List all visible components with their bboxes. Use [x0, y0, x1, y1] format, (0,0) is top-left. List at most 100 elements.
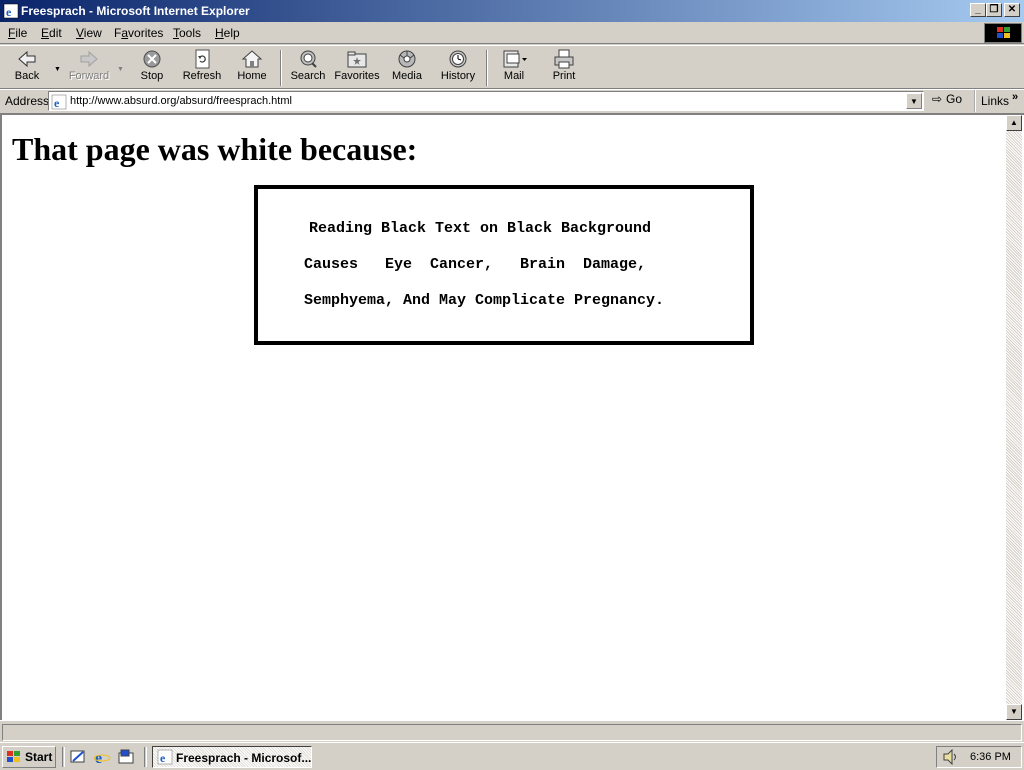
status-bar — [0, 720, 1024, 742]
internet-explorer-icon[interactable]: e — [93, 748, 111, 766]
menu-favorites[interactable]: Favorites — [114, 26, 163, 40]
svg-text:e: e — [54, 96, 60, 110]
go-button[interactable]: ⇨ Go — [932, 92, 962, 110]
vertical-scrollbar[interactable]: ▲ ▼ — [1006, 115, 1022, 720]
back-button[interactable]: Back — [2, 49, 52, 87]
search-icon — [300, 50, 317, 68]
menu-tools[interactable]: Tools — [173, 26, 201, 40]
ie-page-icon: e — [51, 94, 67, 110]
show-desktop-icon[interactable] — [69, 748, 87, 766]
taskbar-button-label: Freesprach - Microsof... — [176, 751, 312, 765]
warning-line-3: Semphyema, And May Complicate Pregnancy. — [304, 292, 665, 309]
forward-dropdown-icon[interactable]: ▼ — [117, 66, 124, 73]
address-input[interactable]: e http://www.absurd.org/absurd/freesprac… — [48, 91, 924, 111]
menu-help-rest: elp — [223, 26, 240, 40]
menu-view-accel: V — [76, 26, 84, 40]
home-label: Home — [237, 70, 267, 82]
menu-view[interactable]: View — [76, 26, 102, 40]
search-label: Search — [290, 70, 326, 82]
warning-box: Reading Black Text on Black Background C… — [254, 185, 754, 345]
title-bar[interactable]: e Freesprach - Microsoft Internet Explor… — [0, 0, 1024, 22]
stop-label: Stop — [140, 70, 164, 82]
mail-label: Mail — [503, 70, 525, 82]
windows-start-icon — [7, 751, 20, 762]
menu-help[interactable]: Help — [215, 26, 240, 40]
taskbar: Start e e Freesprach - Microsof... 6:36 … — [0, 742, 1024, 770]
menu-file-rest: ile — [15, 26, 28, 40]
forward-button[interactable]: Forward — [64, 49, 114, 87]
standard-toolbar: Back ▼ Forward ▼ Stop Refresh Home Searc… — [0, 45, 1024, 89]
menu-tools-rest: ools — [179, 26, 202, 40]
refresh-icon — [195, 49, 210, 69]
address-url: http://www.absurd.org/absurd/freesprach.… — [70, 95, 292, 107]
clock[interactable]: 6:36 PM — [970, 751, 1011, 763]
history-label: History — [440, 70, 476, 82]
scroll-down-button[interactable]: ▼ — [1006, 704, 1022, 720]
links-chevron-icon[interactable]: » — [1012, 91, 1018, 103]
svg-text:e: e — [6, 5, 12, 19]
refresh-label: Refresh — [182, 70, 222, 82]
menu-help-accel: H — [215, 26, 224, 40]
menu-view-rest: iew — [83, 26, 102, 40]
back-label: Back — [14, 70, 40, 82]
volume-icon[interactable] — [942, 749, 960, 765]
status-field — [2, 724, 1022, 741]
forward-label: Forward — [68, 70, 110, 82]
restore-button[interactable]: ❐ — [986, 3, 1002, 17]
favorites-folder-icon — [347, 51, 367, 68]
refresh-button[interactable]: Refresh — [177, 49, 227, 87]
address-dropdown-icon[interactable]: ▼ — [906, 93, 922, 109]
page-heading: That page was white because: — [12, 131, 418, 167]
browser-viewport: That page was white because: Reading Bla… — [0, 113, 1024, 720]
taskbar-button-freesprach[interactable]: e Freesprach - Microsof... — [152, 746, 312, 768]
quicklaunch-separator — [144, 747, 147, 767]
menu-file[interactable]: File — [8, 26, 27, 40]
close-button[interactable]: ✕ — [1004, 3, 1020, 17]
warning-line-2: Causes Eye Cancer, Brain Damage, — [304, 256, 647, 273]
minimize-button[interactable]: _ — [970, 3, 986, 17]
mail-icon — [503, 50, 527, 68]
back-arrow-icon — [18, 50, 36, 68]
media-button[interactable]: Media — [382, 49, 432, 87]
media-label: Media — [392, 70, 422, 82]
start-label: Start — [25, 750, 53, 764]
forward-arrow-icon — [80, 50, 98, 68]
ie-app-icon[interactable]: e — [3, 3, 19, 19]
media-icon — [398, 50, 416, 68]
menu-edit[interactable]: Edit — [41, 26, 62, 40]
svg-text:e: e — [95, 750, 102, 766]
warning-line-1: Reading Black Text on Black Background — [309, 220, 652, 237]
history-clock-icon — [449, 50, 467, 68]
start-button[interactable]: Start — [2, 746, 56, 768]
menu-edit-accel: E — [41, 26, 50, 40]
go-label: Go — [946, 92, 963, 106]
quicklaunch-separator — [62, 747, 65, 767]
menu-favorites-rest: vorites — [128, 26, 164, 40]
menu-bar: File Edit View Favorites Tools Help — [0, 22, 1024, 44]
links-toolbar[interactable]: Links » — [974, 90, 1024, 112]
print-button[interactable]: Print — [539, 49, 589, 87]
outlook-express-icon[interactable] — [117, 748, 135, 766]
history-button[interactable]: History — [433, 49, 483, 87]
favorites-label: Favorites — [334, 70, 380, 82]
favorites-button[interactable]: Favorites — [332, 49, 382, 87]
ie-task-icon: e — [157, 749, 173, 765]
home-button[interactable]: Home — [227, 49, 277, 87]
window-title: Freesprach - Microsoft Internet Explorer — [21, 4, 250, 18]
scroll-up-button[interactable]: ▲ — [1006, 115, 1022, 131]
printer-icon — [554, 49, 574, 69]
windows-logo-icon — [984, 23, 1022, 43]
print-label: Print — [552, 70, 576, 82]
back-dropdown-icon[interactable]: ▼ — [54, 66, 61, 73]
toolbar-separator — [486, 50, 488, 86]
home-icon — [241, 50, 263, 68]
svg-text:e: e — [160, 751, 166, 765]
mail-button[interactable]: Mail — [489, 49, 539, 87]
search-button[interactable]: Search — [283, 49, 333, 87]
links-label: Links — [981, 94, 1010, 108]
stop-button[interactable]: Stop — [127, 49, 177, 87]
go-arrow-icon: ⇨ — [932, 92, 943, 106]
address-label: Address — [5, 94, 50, 108]
web-page: That page was white because: Reading Bla… — [2, 115, 1006, 720]
stop-icon — [143, 50, 161, 68]
